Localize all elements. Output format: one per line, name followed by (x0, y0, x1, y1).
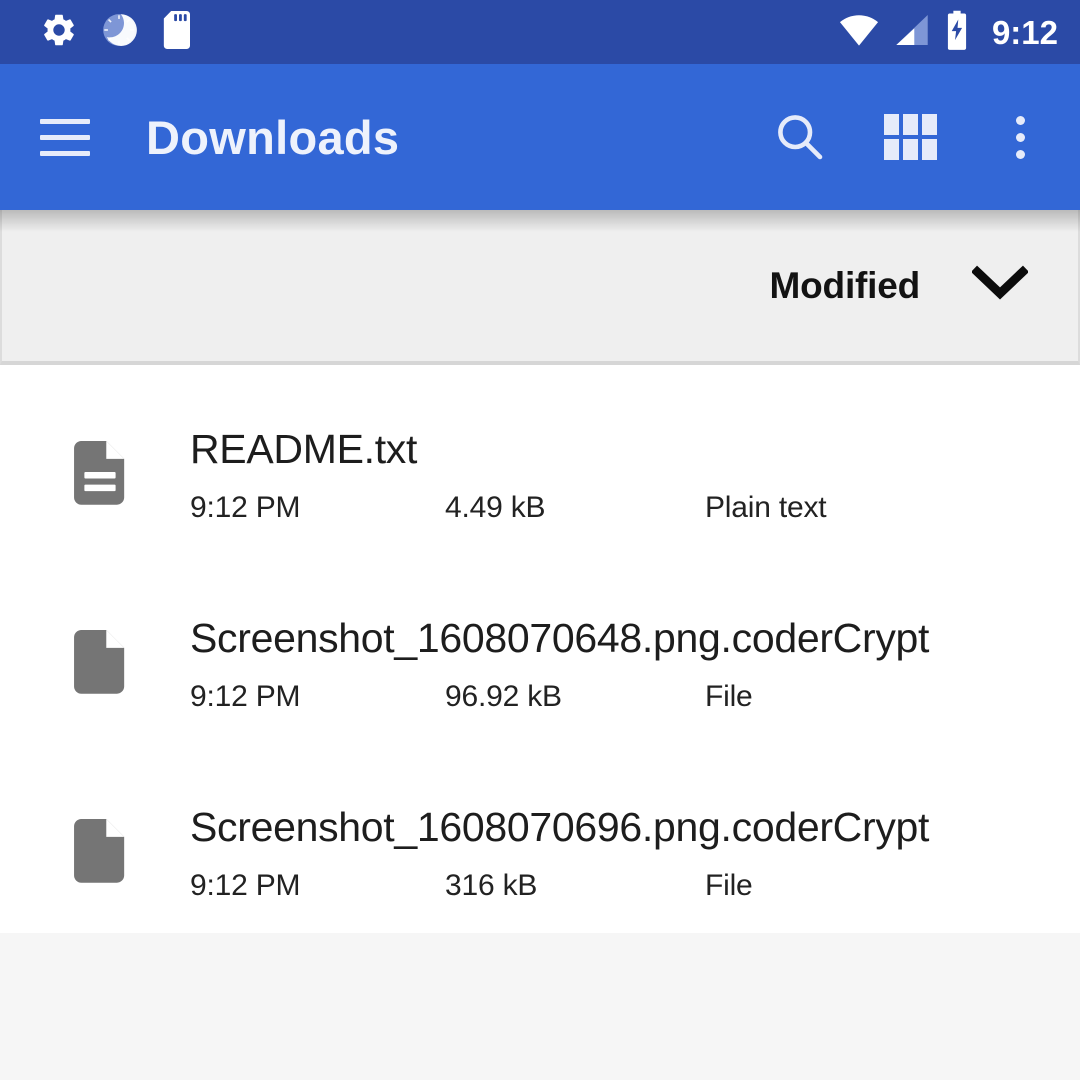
sd-card-icon (160, 10, 194, 55)
hamburger-menu-icon[interactable] (36, 108, 94, 166)
grid-cell (883, 139, 899, 160)
wifi-icon (838, 13, 880, 52)
grid-cell (902, 139, 918, 160)
file-name: README.txt (190, 426, 418, 472)
sort-bar: Modified (0, 210, 1080, 365)
file-size: 4.49 kB (445, 491, 546, 524)
page-title: Downloads (146, 110, 400, 164)
text-document-icon (70, 429, 132, 507)
status-bar-clock: 9:12 (991, 13, 1058, 51)
file-name: Screenshot_1608070648.png.coderCrypt (190, 615, 930, 661)
file-type: File (705, 869, 753, 902)
file-entry-text: README.txt 9:12 PM 4.49 kB Plain text (190, 429, 1050, 525)
overflow-dot (1015, 132, 1025, 142)
file-modified-date: 9:12 PM (190, 491, 301, 524)
overflow-menu-icon[interactable] (990, 107, 1050, 167)
hamburger-line (40, 150, 90, 156)
status-bar-left-icons (40, 10, 838, 55)
grid-cell (883, 114, 899, 135)
table-row[interactable]: Screenshot_1608070648.png.coderCrypt 9:1… (0, 578, 1080, 767)
table-row[interactable]: README.txt 9:12 PM 4.49 kB Plain text (0, 389, 1080, 578)
overflow-dot (1015, 115, 1025, 125)
generic-file-icon (70, 807, 132, 885)
hamburger-line (40, 118, 90, 124)
file-entry-text: Screenshot_1608070648.png.coderCrypt 9:1… (190, 618, 1050, 714)
file-size: 96.92 kB (445, 680, 562, 713)
file-meta: 9:12 PM 4.49 kB Plain text (190, 491, 1050, 525)
generic-file-icon (70, 618, 132, 696)
grid-view-icon[interactable] (880, 107, 940, 167)
sync-progress-icon (100, 11, 138, 54)
file-modified-date: 9:12 PM (190, 869, 301, 902)
grid-cell (902, 114, 918, 135)
table-row[interactable]: Screenshot_1608070696.png.coderCrypt 9:1… (0, 767, 1080, 956)
sort-dropdown[interactable]: Modified (769, 264, 1030, 307)
file-name: Screenshot_1608070696.png.coderCrypt (190, 804, 930, 850)
empty-area-below-list (0, 933, 1080, 1080)
file-size: 316 kB (445, 869, 538, 902)
file-meta: 9:12 PM 316 kB File (190, 869, 1050, 903)
app-bar-actions (770, 107, 1050, 167)
android-file-manager-screen: 9:12 Downloads Modified README.txt 9:12 … (0, 0, 1080, 1080)
grid-cell (921, 114, 937, 135)
overflow-dots-glyph (1015, 115, 1025, 159)
status-bar-right-icons: 9:12 (838, 10, 1058, 55)
cell-signal-icon (894, 13, 930, 52)
hamburger-line (40, 134, 90, 140)
file-meta: 9:12 PM 96.92 kB File (190, 680, 1050, 714)
chevron-down-icon (970, 265, 1030, 306)
file-type: File (705, 680, 753, 713)
app-bar: Downloads (0, 64, 1080, 210)
file-type: Plain text (705, 491, 827, 524)
file-entry-text: Screenshot_1608070696.png.coderCrypt 9:1… (190, 807, 1050, 903)
file-list: README.txt 9:12 PM 4.49 kB Plain text Sc… (0, 365, 1080, 933)
battery-charging-icon (944, 10, 970, 55)
overflow-dot (1015, 149, 1025, 159)
grid-cell (921, 139, 937, 160)
grid-view-glyph (883, 114, 937, 160)
search-icon[interactable] (770, 107, 830, 167)
settings-gear-icon (40, 11, 78, 54)
status-bar: 9:12 (0, 0, 1080, 64)
file-modified-date: 9:12 PM (190, 680, 301, 713)
sort-dropdown-label: Modified (769, 264, 921, 306)
